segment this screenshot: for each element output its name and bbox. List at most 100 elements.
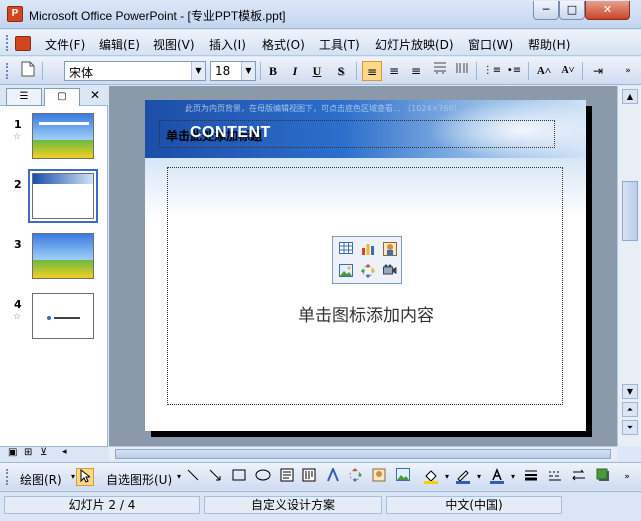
status-bar: 幻灯片 2 / 4 自定义设计方案 中文(中国) bbox=[0, 491, 641, 521]
toolbar-options-icon[interactable]: » bbox=[618, 468, 636, 486]
thumbnail-ground bbox=[33, 140, 93, 158]
vertical-scrollbar[interactable]: ▲ ▼ ⏶ ⏷ bbox=[617, 86, 641, 446]
thumbnail-sky bbox=[33, 114, 93, 141]
next-slide-icon[interactable]: ⏷ bbox=[622, 420, 638, 435]
columns-icon[interactable] bbox=[452, 61, 472, 81]
horizontal-scroll-thumb[interactable] bbox=[115, 449, 611, 459]
thumbnail-ground bbox=[33, 260, 93, 278]
powerpoint-app-icon[interactable]: P bbox=[7, 6, 23, 22]
bold-button[interactable]: B bbox=[263, 61, 283, 81]
current-slide[interactable]: 此页为内页背景，在母版编辑视图下，可点击底色区域查看... （1024×768）… bbox=[145, 100, 586, 431]
clipart-tool-icon[interactable] bbox=[370, 468, 388, 486]
minimize-button[interactable]: ─ bbox=[533, 1, 559, 20]
document-icon[interactable] bbox=[15, 36, 31, 51]
content-placeholder[interactable]: 单击图标添加内容 bbox=[167, 167, 563, 405]
font-name-select[interactable]: 宋体 ▼ bbox=[64, 61, 206, 81]
align-center-button[interactable]: ≡ bbox=[384, 61, 404, 81]
wordart-icon[interactable] bbox=[324, 466, 342, 486]
diagram-icon[interactable] bbox=[360, 264, 375, 279]
slides-tab[interactable]: ▢ bbox=[44, 88, 80, 106]
chevron-down-icon[interactable]: ▼ bbox=[191, 62, 205, 80]
slide-editing-area: 此页为内页背景，在母版编辑视图下，可点击底色区域查看... （1024×768）… bbox=[109, 86, 617, 446]
chevron-down-icon[interactable]: ▾ bbox=[470, 468, 488, 486]
slide-sorter-icon[interactable]: ⊞ bbox=[24, 447, 32, 458]
distributed-align-icon[interactable] bbox=[430, 61, 450, 81]
shadow-style-icon[interactable] bbox=[594, 468, 612, 486]
slideshow-icon[interactable]: ⊻ bbox=[40, 447, 47, 458]
arrow-tool-icon[interactable] bbox=[206, 468, 224, 486]
chevron-down-icon[interactable]: ▼ bbox=[241, 62, 255, 80]
oval-tool-icon[interactable] bbox=[254, 468, 272, 486]
menu-view[interactable]: 视图(V) bbox=[153, 36, 195, 53]
chevron-down-icon[interactable]: ▾ bbox=[504, 468, 522, 486]
menu-help[interactable]: 帮助(H) bbox=[528, 36, 570, 53]
menubar-grip[interactable] bbox=[6, 35, 9, 51]
menu-edit[interactable]: 编辑(E) bbox=[99, 36, 140, 53]
slide-position-status: 幻灯片 2 / 4 bbox=[4, 496, 200, 514]
outline-tab[interactable]: ☰ bbox=[6, 88, 42, 106]
bullets-button[interactable]: •≡ bbox=[504, 61, 524, 81]
draw-menu-button[interactable]: 绘图(R) bbox=[20, 471, 62, 488]
slide-thumbnail-4[interactable] bbox=[32, 293, 94, 339]
menu-window[interactable]: 窗口(W) bbox=[468, 36, 513, 53]
thumbnail-text-line bbox=[54, 317, 80, 319]
background-hint-text: 此页为内页背景，在母版编辑视图下，可点击底色区域查看... （1024×768） bbox=[185, 104, 462, 113]
previous-slide-icon[interactable]: ⏶ bbox=[622, 402, 638, 417]
pane-close-icon[interactable]: ✕ bbox=[90, 88, 100, 102]
dash-style-icon[interactable] bbox=[546, 468, 564, 486]
close-button[interactable]: ✕ bbox=[585, 1, 630, 20]
toolbar-grip[interactable] bbox=[6, 63, 9, 79]
slide-thumbnail-3[interactable] bbox=[32, 233, 94, 279]
diagram-tool-icon[interactable] bbox=[346, 468, 364, 486]
normal-view-icon[interactable]: ▣ bbox=[8, 447, 17, 458]
insert-picture-icon[interactable] bbox=[394, 468, 412, 486]
scroll-left-icon[interactable]: ◂ bbox=[62, 447, 67, 457]
toolbar-separator bbox=[476, 62, 477, 80]
numbering-button[interactable]: ⋮≡ bbox=[482, 61, 502, 81]
scroll-up-icon[interactable]: ▲ bbox=[622, 89, 638, 104]
horizontal-scrollbar[interactable] bbox=[109, 446, 617, 460]
toolbar-options-icon[interactable]: » bbox=[618, 61, 638, 81]
shadow-button[interactable]: S bbox=[331, 61, 351, 81]
decrease-font-button[interactable]: A˅ bbox=[558, 61, 578, 81]
rectangle-tool-icon[interactable] bbox=[230, 468, 248, 486]
menu-file[interactable]: 文件(F) bbox=[45, 36, 85, 53]
increase-font-button[interactable]: A˄ bbox=[534, 61, 554, 81]
media-clip-icon[interactable] bbox=[382, 264, 397, 279]
vertical-textbox-icon[interactable] bbox=[300, 468, 318, 486]
font-size-value: 18 bbox=[215, 64, 231, 78]
drawbar-grip[interactable] bbox=[6, 469, 9, 485]
slides-icon: ▢ bbox=[57, 91, 67, 102]
menu-insert[interactable]: 插入(I) bbox=[209, 36, 246, 53]
menu-tools[interactable]: 工具(T) bbox=[319, 36, 360, 53]
line-style-icon[interactable] bbox=[522, 468, 540, 486]
table-icon[interactable] bbox=[338, 242, 353, 257]
textbox-tool-icon[interactable] bbox=[278, 468, 296, 486]
vertical-scroll-thumb[interactable] bbox=[622, 181, 638, 241]
slide-thumbnail-1[interactable] bbox=[32, 113, 94, 159]
slide-thumbnail-2[interactable] bbox=[28, 169, 98, 223]
menu-slideshow[interactable]: 幻灯片放映(D) bbox=[375, 36, 454, 53]
align-left-button[interactable]: ≡ bbox=[362, 61, 382, 81]
outline-icon: ☰ bbox=[19, 91, 29, 102]
maximize-button[interactable]: □ bbox=[559, 1, 585, 20]
select-objects-icon[interactable] bbox=[76, 468, 94, 486]
clipart-icon[interactable] bbox=[382, 242, 397, 257]
italic-button[interactable]: I bbox=[285, 61, 305, 81]
indent-button[interactable]: ⇥ bbox=[588, 61, 608, 81]
new-document-icon[interactable] bbox=[18, 61, 38, 81]
font-size-select[interactable]: 18 ▼ bbox=[210, 61, 256, 81]
underline-button[interactable]: U bbox=[307, 61, 327, 81]
chart-icon[interactable] bbox=[360, 242, 375, 257]
thumbnail-number: 2 bbox=[14, 178, 22, 191]
align-right-button[interactable]: ≡ bbox=[406, 61, 426, 81]
font-name-value: 宋体 bbox=[69, 66, 94, 80]
toolbar-separator bbox=[42, 62, 43, 80]
title-placeholder[interactable]: 单击此处添加标题 CONTENT bbox=[159, 120, 555, 148]
arrow-style-icon[interactable] bbox=[570, 468, 588, 486]
line-tool-icon[interactable] bbox=[184, 468, 202, 486]
picture-icon[interactable] bbox=[338, 264, 353, 279]
scroll-down-icon[interactable]: ▼ bbox=[622, 384, 638, 399]
autoshapes-menu-button[interactable]: 自选图形(U) bbox=[106, 471, 172, 488]
menu-format[interactable]: 格式(O) bbox=[262, 36, 305, 53]
